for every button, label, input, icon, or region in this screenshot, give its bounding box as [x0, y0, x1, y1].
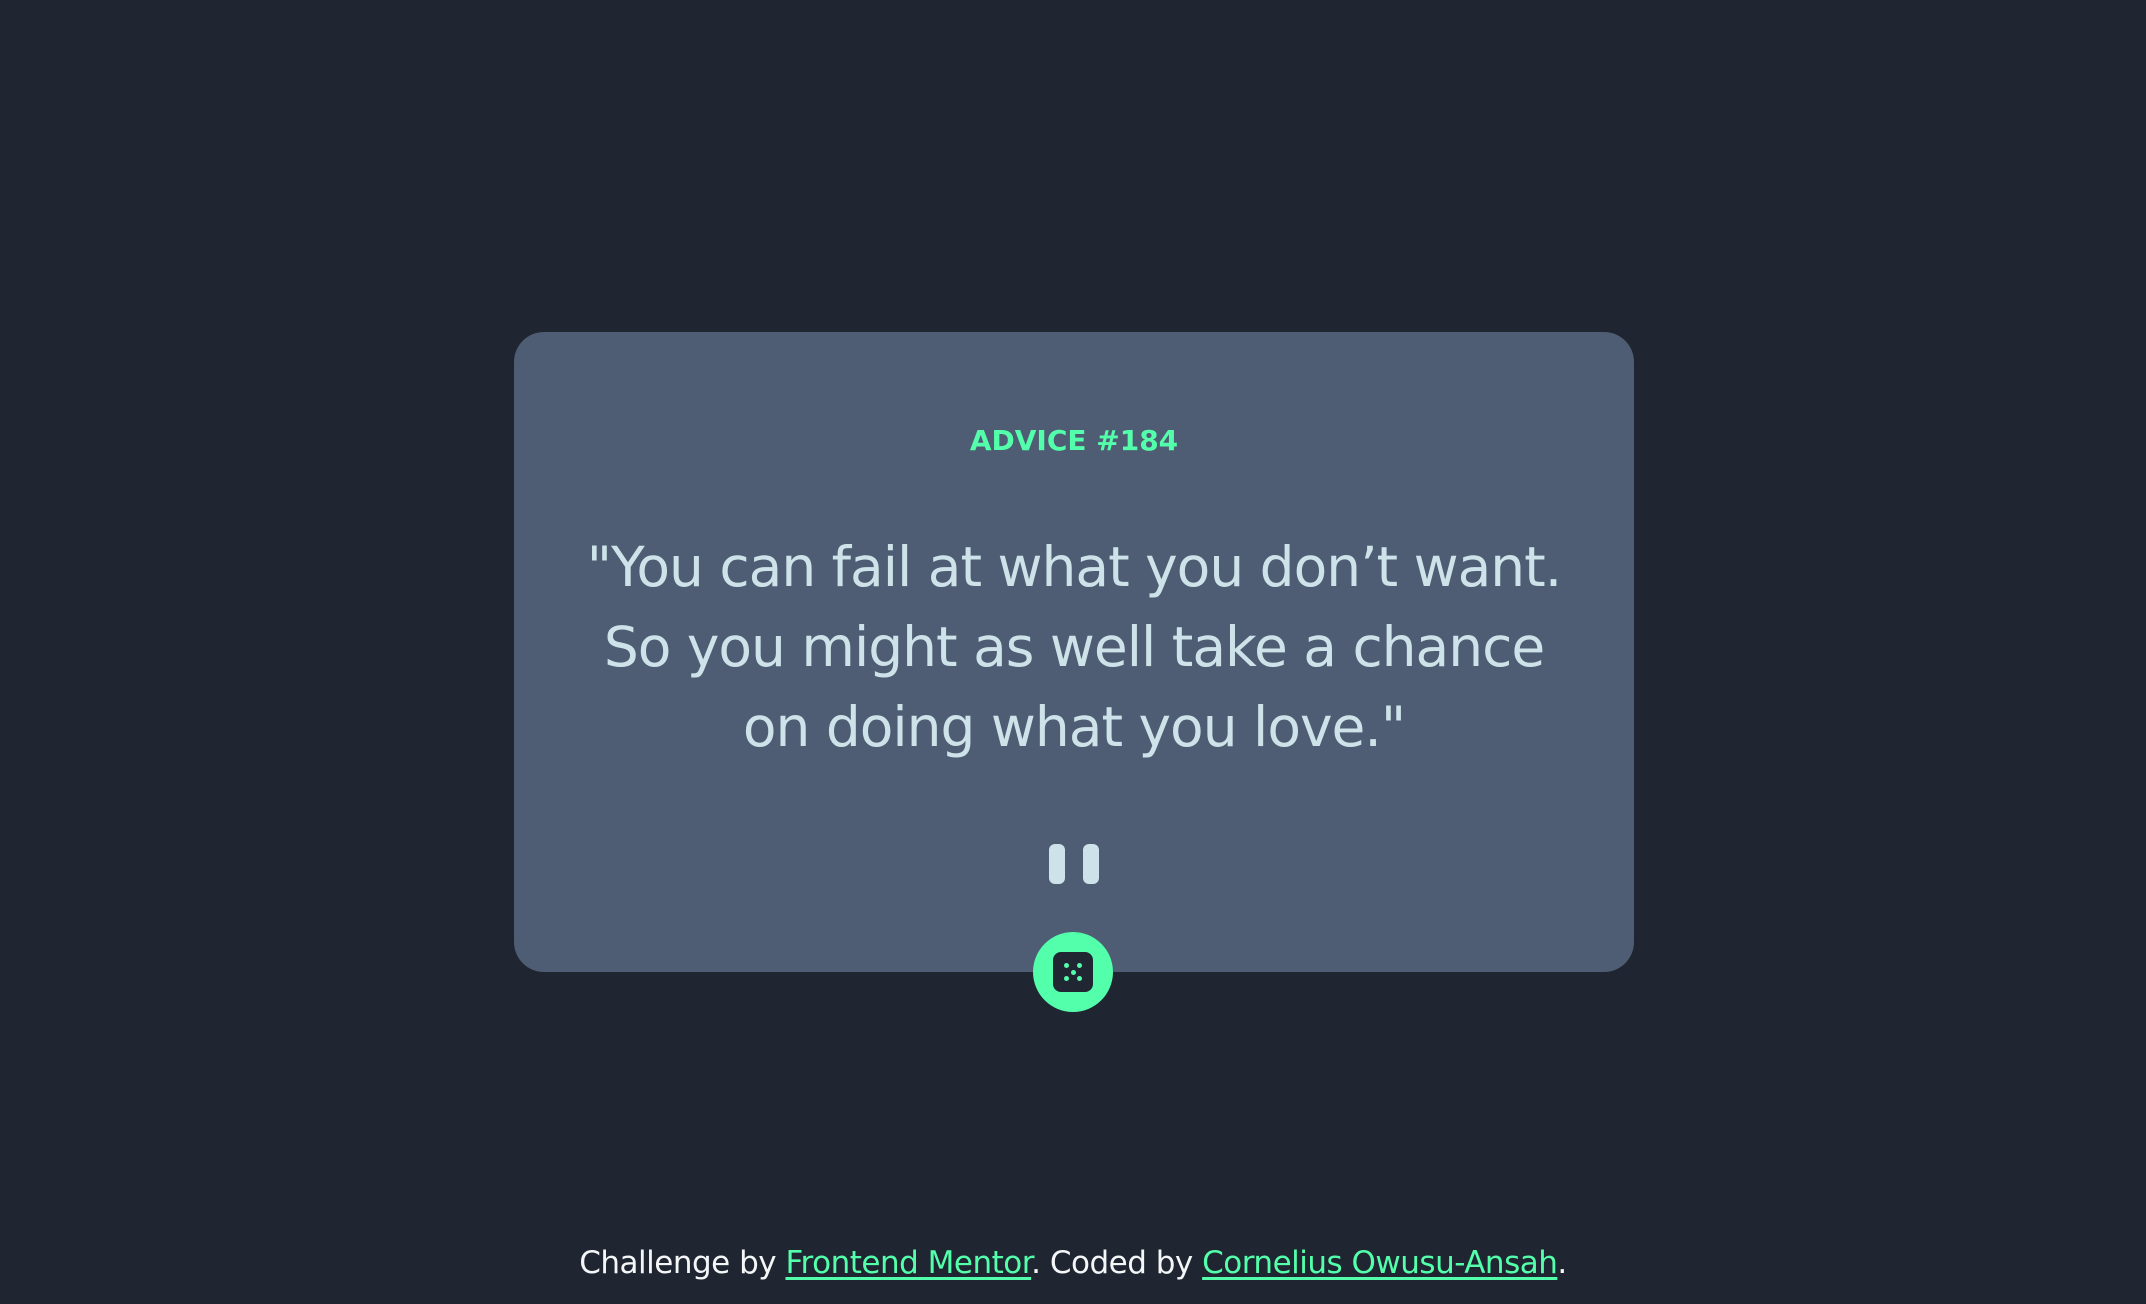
- attribution-footer: Challenge by Frontend Mentor. Coded by C…: [0, 1245, 2146, 1281]
- divider-bar-left: [1049, 844, 1065, 884]
- footer-suffix: .: [1557, 1245, 1567, 1281]
- dice-pip: [1077, 963, 1082, 968]
- pause-divider-icon: [514, 844, 1634, 884]
- dice-icon: [1053, 952, 1093, 992]
- new-advice-button[interactable]: [1033, 932, 1113, 1012]
- footer-middle: . Coded by: [1031, 1245, 1203, 1281]
- author-link[interactable]: Cornelius Owusu-Ansah: [1202, 1245, 1558, 1281]
- advice-quote: "You can fail at what you don’t want. So…: [586, 535, 1562, 759]
- divider-bar-right: [1083, 844, 1099, 884]
- advice-card: ADVICE #184 "You can fail at what you do…: [514, 332, 1634, 972]
- dice-pip: [1064, 976, 1069, 981]
- page: ADVICE #184 "You can fail at what you do…: [0, 0, 2146, 1304]
- dice-pip: [1077, 976, 1082, 981]
- footer-prefix: Challenge by: [579, 1245, 786, 1281]
- dice-pip: [1070, 969, 1076, 975]
- dice-pip: [1064, 963, 1069, 968]
- frontend-mentor-link[interactable]: Frontend Mentor: [785, 1245, 1031, 1281]
- advice-id: ADVICE #184: [969, 424, 1179, 457]
